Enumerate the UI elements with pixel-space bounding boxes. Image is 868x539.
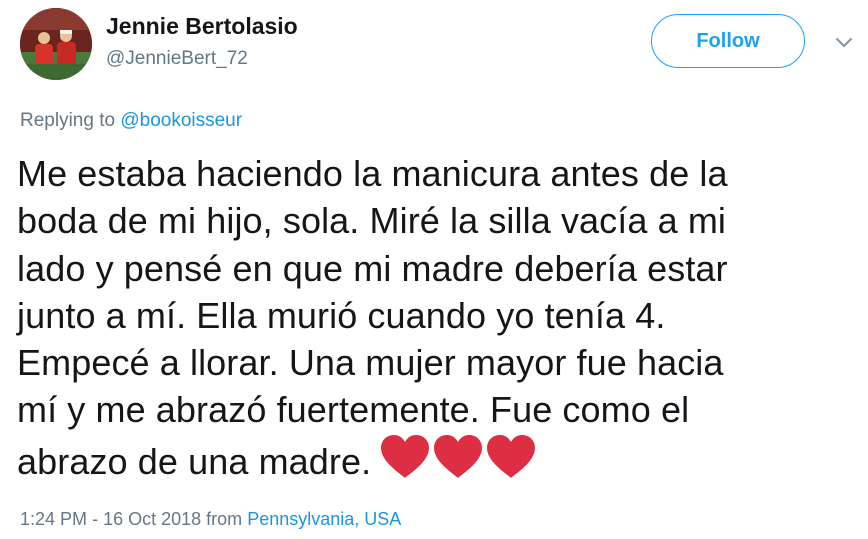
tweet-time[interactable]: 1:24 PM — [20, 509, 87, 529]
tweet-line: junto a mí. Ella murió cuando yo tenía 4… — [17, 294, 666, 336]
tweet-text: Me estaba haciendo la manicura antes de … — [17, 150, 857, 491]
reply-mention-link[interactable]: @bookoisseur — [120, 110, 242, 131]
follow-button[interactable]: Follow — [651, 14, 805, 68]
author-handle[interactable]: @JennieBert_72 — [106, 48, 248, 70]
tweet-line: mí y me abrazó fuertemente. Fue como el — [17, 389, 690, 431]
tweet-line: abrazo de una madre. — [17, 440, 372, 482]
tweet-last-line: abrazo de una madre. — [17, 434, 857, 491]
tweet-line: lado y pensé en que mi madre debería est… — [17, 247, 728, 289]
heart-icon — [432, 434, 484, 480]
author-display-name[interactable]: Jennie Bertolasio — [106, 13, 298, 40]
tweet-line: Me estaba haciendo la manicura antes de … — [17, 153, 728, 194]
tweet-date[interactable]: 16 Oct 2018 — [103, 509, 201, 529]
reply-context: Replying to @bookoisseur — [20, 110, 242, 132]
avatar[interactable] — [20, 8, 92, 80]
heart-icon — [379, 434, 431, 480]
meta-separator: - — [92, 509, 99, 529]
tweet-metadata: 1:24 PM - 16 Oct 2018 from Pennsylvania,… — [20, 509, 401, 530]
chevron-down-icon[interactable] — [832, 30, 856, 54]
location-link[interactable]: Pennsylvania, USA — [247, 509, 401, 529]
from-label: from — [206, 509, 243, 529]
tweet-line: boda de mi hijo, sola. Miré la silla vac… — [17, 200, 727, 242]
heart-emoji-group — [379, 434, 538, 491]
tweet-line: Empecé a llorar. Una mujer mayor fue hac… — [17, 342, 724, 384]
avatar-image — [20, 8, 92, 80]
heart-icon — [485, 434, 537, 480]
reply-prefix: Replying to — [20, 110, 116, 131]
